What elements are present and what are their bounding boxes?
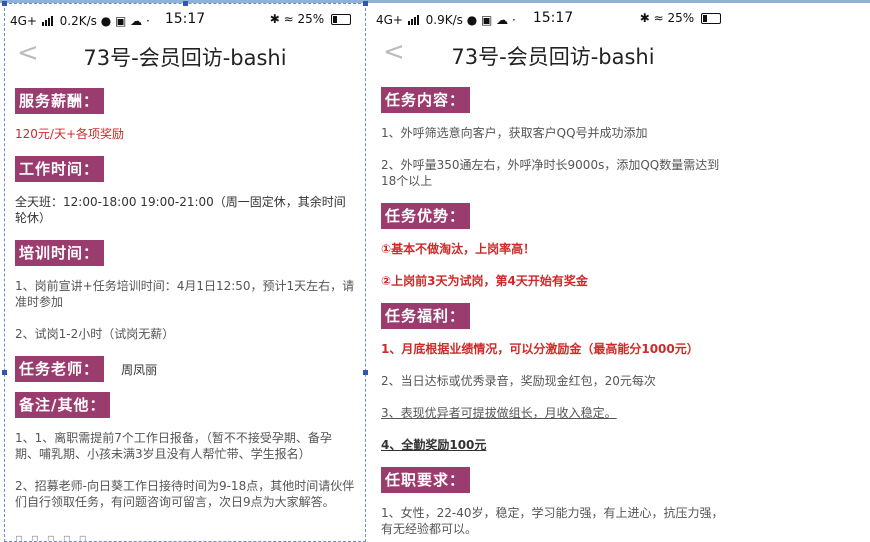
welfare-text-2: 2、当日达标或优秀录音，奖励现金红包，20元每次 bbox=[381, 374, 656, 388]
battery-label: 25% bbox=[667, 11, 695, 25]
right-screenshot: 4G+ 0.9K/s ● ▣ ☁ · 15:17 ✱ ≈ 25% < 73号-会… bbox=[371, 3, 735, 542]
section-heading-training: 培训时间： bbox=[15, 240, 105, 266]
left-screenshot: 4G+ 0.2K/s ● ▣ ☁ · 15:17 ✱ ≈ 25% < 73号-会… bbox=[4, 3, 366, 542]
note-text-1: 1、1、离职需提前7个工作日报备，（暂不不接受孕期、备孕期、哺乳期、小孩未满3岁… bbox=[15, 431, 332, 461]
section-heading-advantage: 任务优势： bbox=[381, 203, 471, 229]
section-heading-pay: 服务薪酬： bbox=[15, 88, 105, 114]
advantage-text-2: ②上岗前3天为试岗，第4天开始有奖金 bbox=[381, 274, 588, 288]
section-heading-teacher: 任务老师： bbox=[15, 356, 105, 382]
welfare-text-1: 1、月底根据业绩情况，可以分激励金（最高能分1000元） bbox=[381, 342, 699, 356]
training-text-1: 1、岗前宣讲+任务培训时间：4月1日12:50，预计1天左右，请准时参加 bbox=[15, 279, 355, 309]
bluetooth-icon: ✱ bbox=[269, 12, 280, 26]
note-text-2: 2、招募老师-向日葵工作日接待时间为9-18点，其他时间请伙伴们自行领取任务，有… bbox=[15, 479, 355, 509]
battery-icon bbox=[701, 13, 721, 24]
back-chevron-icon[interactable]: < bbox=[17, 38, 39, 68]
cut-off-text: ▫ ▫ ▫ ▫ ▫ bbox=[15, 531, 89, 542]
back-chevron-icon[interactable]: < bbox=[383, 37, 405, 67]
section-heading-work-time: 工作时间： bbox=[15, 156, 105, 182]
status-bar: 4G+ 0.9K/s ● ▣ ☁ · 15:17 ✱ ≈ 25% bbox=[371, 3, 735, 31]
bluetooth-icon: ✱ bbox=[639, 11, 650, 25]
section-heading-content: 任务内容： bbox=[381, 87, 471, 113]
nav-bar: < 73号-会员回访-bashi bbox=[5, 32, 365, 78]
selection-handle[interactable] bbox=[363, 1, 368, 6]
section-heading-notes: 备注/其他： bbox=[15, 392, 111, 418]
section-heading-requirements: 任职要求： bbox=[381, 467, 471, 493]
article-body: 服务薪酬： 120元/天+各项奖励 工作时间： 全天班：12:00-18:00 … bbox=[5, 78, 365, 510]
section-heading-welfare: 任务福利： bbox=[381, 303, 471, 329]
wifi-icon: ≈ bbox=[653, 11, 664, 25]
selection-handle[interactable] bbox=[2, 370, 7, 375]
content-text-1: 1、外呼筛选意向客户，获取客户QQ号并成功添加 bbox=[381, 126, 648, 140]
battery-icon bbox=[331, 14, 351, 25]
pay-text: 120元/天+各项奖励 bbox=[15, 127, 125, 141]
nav-bar: < 73号-会员回访-bashi bbox=[371, 31, 735, 77]
battery-label: 25% bbox=[297, 12, 325, 26]
article-body: 任务内容： 1、外呼筛选意向客户，获取客户QQ号并成功添加 2、外呼量350通左… bbox=[371, 77, 735, 537]
page-title: 73号-会员回访-bashi bbox=[451, 45, 655, 69]
content-text-2: 2、外呼量350通左右，外呼净时长9000s，添加QQ数量需达到18个以上 bbox=[381, 158, 720, 188]
requirement-text-1: 1、女性，22-40岁，稳定，学习能力强，有上进心，抗压力强，有无经验都可以。 bbox=[381, 506, 724, 536]
welfare-text-4: 4、全勤奖励100元 bbox=[381, 438, 487, 452]
selection-handle[interactable] bbox=[2, 1, 7, 6]
welfare-text-3: 3、表现优异者可提拔做组长，月收入稳定。 bbox=[381, 406, 617, 420]
selection-handle[interactable] bbox=[363, 370, 368, 375]
status-bar: 4G+ 0.2K/s ● ▣ ☁ · 15:17 ✱ ≈ 25% bbox=[5, 4, 365, 32]
wifi-icon: ≈ bbox=[283, 12, 294, 26]
advantage-text-1: ①基本不做淘汰，上岗率高！ bbox=[381, 242, 536, 256]
teacher-name: 周凤丽 bbox=[121, 363, 158, 377]
page-title: 73号-会员回访-bashi bbox=[83, 46, 287, 70]
training-text-2: 2、试岗1-2小时（试岗无薪） bbox=[15, 327, 175, 341]
work-time-text: 全天班：12:00-18:00 19:00-21:00（周一固定休，其余时间轮休… bbox=[15, 195, 346, 225]
selection-handle[interactable] bbox=[183, 1, 188, 6]
empty-area bbox=[735, 3, 870, 542]
